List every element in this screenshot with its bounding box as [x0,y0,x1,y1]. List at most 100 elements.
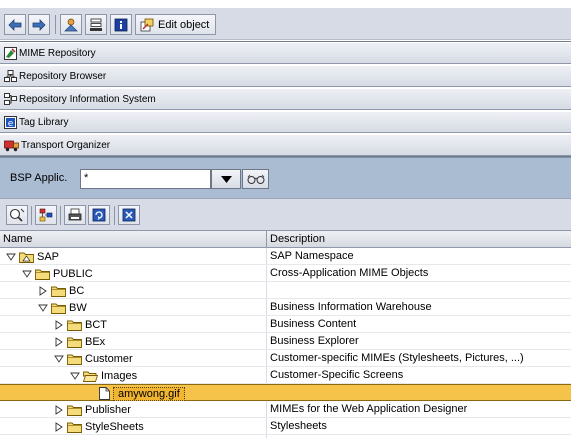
node-description: Stylesheets [270,420,327,432]
node-label[interactable]: StyleSheets [85,421,144,433]
node-label[interactable]: BW [69,302,87,314]
back-button[interactable] [4,14,26,35]
tree-node: SAP [6,249,59,264]
node-icon [67,353,82,365]
nav-panel-mime-repository[interactable]: MIME Repository [0,42,571,64]
tree-row[interactable]: PUBLIC Cross-Application MIME Objects [0,265,571,282]
node-icon [67,319,82,331]
node-description: Cross-Application MIME Objects [270,267,429,279]
nav-panel-label: Repository Information System [19,93,156,105]
tree-node: BW [38,300,87,315]
node-label[interactable]: BC [69,285,84,297]
column-header-name[interactable]: Name [0,232,32,247]
nav-panel-label: MIME Repository [19,47,96,59]
tree-close-button[interactable] [118,205,140,225]
object-type-dropdown-button[interactable] [211,169,241,189]
node-label[interactable]: Images [101,370,137,382]
back-arrow-icon [8,18,22,31]
expand-toggle[interactable] [54,421,64,432]
expanded-triangle-icon [70,372,80,380]
tree-row[interactable]: BW Business Information Warehouse [0,299,571,316]
tree-node: Customer [54,351,133,366]
node-label[interactable]: BCT [85,319,107,331]
info-icon [114,18,128,31]
expand-toggle[interactable] [38,303,48,313]
glasses-icon [247,174,264,184]
node-description: SAP Namespace [270,250,354,262]
tree-node: Images [70,368,137,383]
tree-row[interactable]: BEx Business Explorer [0,333,571,350]
hierarchy-button[interactable] [85,14,107,35]
expand-toggle[interactable] [22,269,32,279]
bsp-application-input[interactable]: * [80,169,211,189]
node-description: Business Explorer [270,335,359,347]
expand-toggle[interactable] [54,336,64,347]
expand-toggle[interactable] [54,319,64,330]
folder-icon [67,422,82,433]
tree-node: Publisher [54,402,131,417]
forward-arrow-icon [32,18,46,31]
expand-toggle[interactable] [70,371,80,381]
collapsed-triangle-icon [55,336,63,347]
tree-row[interactable]: Publisher MIMEs for the Web Application D… [0,401,571,418]
expand-toggle[interactable] [54,354,64,364]
nav-panel-label: Transport Organizer [21,139,111,151]
edit-object-button[interactable]: Edit object [135,14,217,35]
forward-button[interactable] [28,14,50,35]
nav-panel-tag-library[interactable]: e Tag Library [0,111,571,133]
tree-row[interactable]: Images Customer-Specific Screens [0,367,571,384]
folder-icon [67,320,82,331]
bsp-application-label: BSP Applic. [10,172,68,184]
tree-row[interactable]: SAP SAP Namespace [0,248,571,265]
toolbar-separator [60,206,61,225]
nav-panel-label: Repository Browser [19,70,107,82]
tree-structure-button[interactable] [35,205,57,225]
tree-row[interactable]: StyleSheets Stylesheets [0,418,571,435]
nav-panel-repository-info-system[interactable]: Repository Information System [0,88,571,110]
tree-print-button[interactable] [64,205,86,225]
expand-toggle[interactable] [6,252,16,262]
node-label[interactable]: BEx [85,336,105,348]
window-title-strip [0,0,571,8]
hierarchy-icon [90,18,102,31]
node-label[interactable]: Customer [85,353,133,365]
expanded-triangle-icon [22,270,32,278]
open-folder-icon [83,371,98,382]
tree-row[interactable]: Customer Customer-specific MIMEs (Stylesh… [0,350,571,367]
object-selection-area: BSP Applic. * [0,157,571,198]
namespace-folder-icon [19,252,34,263]
information-button[interactable] [110,14,132,35]
mime-repository-icon [4,46,17,60]
display-button[interactable] [242,169,269,189]
nav-panel-repository-browser[interactable]: Repository Browser [0,65,571,87]
tree-row[interactable]: BCT Business Content [0,316,571,333]
other-object-button[interactable] [60,14,82,35]
tree-node: BCT [54,317,107,332]
tree-find-button[interactable] [6,205,28,225]
node-label[interactable]: Publisher [85,404,131,416]
node-description: Customer-Specific Screens [270,369,404,381]
node-icon [83,370,98,382]
node-icon [51,285,66,297]
person-tree-icon [64,18,78,31]
expand-toggle[interactable] [38,285,48,296]
tree-row[interactable]: amywong.gif [0,384,571,401]
triangle-down-icon [220,175,232,183]
tree-toolbar [0,198,571,230]
expand-toggle[interactable] [54,404,64,415]
node-label[interactable]: amywong.gif [113,386,185,401]
node-label[interactable]: SAP [37,251,59,263]
node-description: Business Content [270,318,357,330]
folder-icon [35,269,50,280]
tree-refresh-button[interactable] [88,205,110,225]
tree-row[interactable]: BC [0,282,571,299]
nav-panel-transport-organizer[interactable]: Transport Organizer [0,134,571,156]
node-description: MIMEs for the Web Application Designer [270,403,468,415]
node-label[interactable]: PUBLIC [53,268,93,280]
node-description: Customer-specific MIMEs (Stylesheets, Pi… [270,352,524,364]
column-header-description[interactable]: Description [267,232,325,247]
repository-info-icon [4,92,17,105]
collapsed-triangle-icon [55,421,63,432]
expanded-triangle-icon [38,304,48,312]
refresh-icon [92,208,106,222]
